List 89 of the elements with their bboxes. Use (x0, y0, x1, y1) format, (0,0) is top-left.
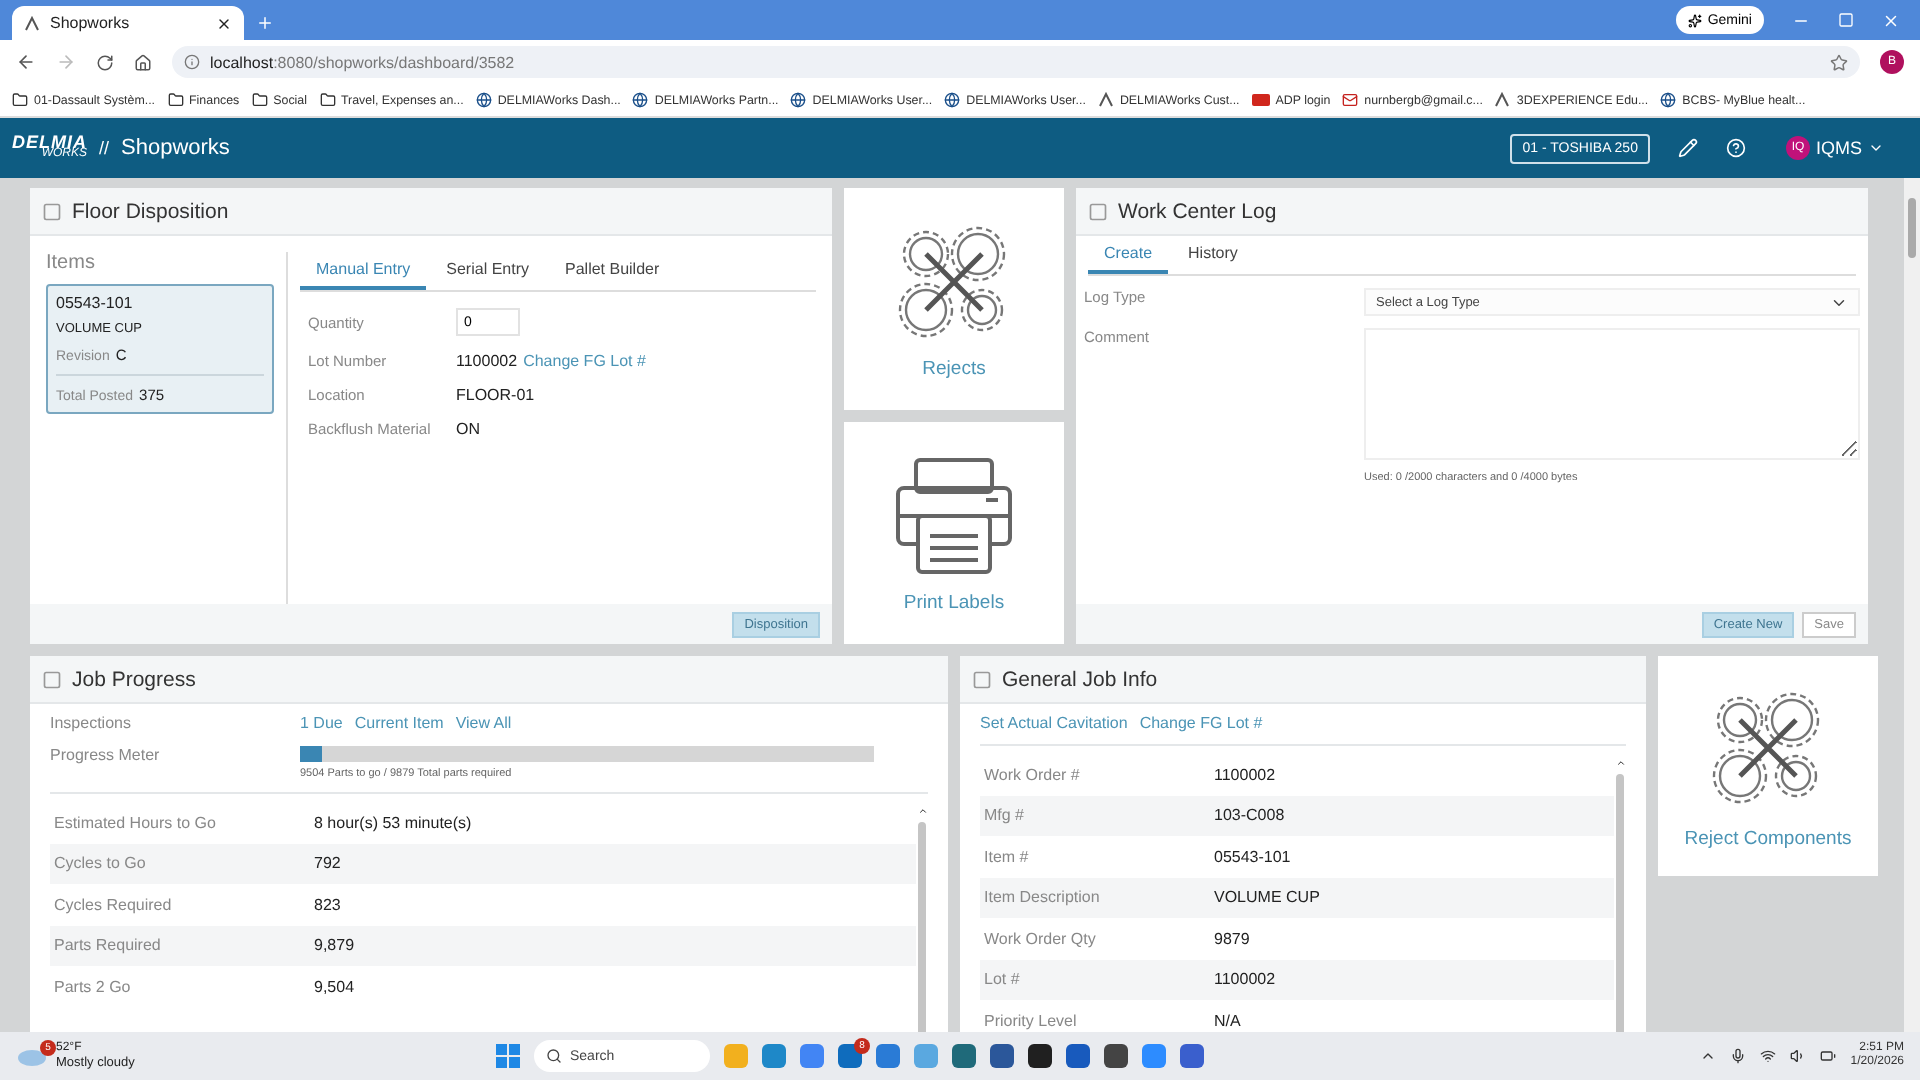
logo-icon (24, 15, 40, 31)
scroll-up-icon[interactable] (1615, 758, 1625, 768)
globe-icon (632, 92, 649, 108)
field-value: FLOOR-01 (456, 386, 537, 404)
home-icon[interactable] (134, 53, 152, 71)
row-value: 8 hour(s) 53 minute(s) (314, 813, 474, 832)
items-label: Items (46, 252, 97, 274)
sparkle-icon (1687, 13, 1702, 27)
row-label: Lot # (984, 970, 1022, 989)
comment-field[interactable] (1364, 328, 1860, 460)
row-value: 792 (314, 854, 343, 873)
folder-icon (12, 92, 28, 108)
folder-icon (319, 92, 335, 108)
logo-icon (1251, 94, 1270, 106)
tab[interactable]: Manual Entry (300, 252, 427, 290)
row-value: 9,879 (314, 936, 357, 955)
panel-title: Work Center Log (1118, 199, 1277, 223)
microphone-icon[interactable] (1730, 1048, 1747, 1064)
star-icon[interactable] (1830, 53, 1848, 71)
app-icon[interactable] (990, 1044, 1014, 1068)
info-icon[interactable] (184, 54, 200, 70)
user-name: IQMS (1815, 138, 1862, 158)
row-value: 05543-101 (1214, 847, 1293, 866)
inspection-link[interactable]: View All (455, 714, 512, 732)
tab[interactable]: Serial Entry (430, 252, 545, 290)
row-value: VOLUME CUP (1214, 888, 1322, 907)
wifi-icon[interactable] (1760, 1048, 1777, 1064)
row-label: Item # (984, 847, 1031, 866)
app-icon[interactable] (1104, 1044, 1128, 1068)
separator: // (99, 138, 110, 158)
close-icon[interactable] (216, 15, 232, 31)
url-text: localhost:8080/shopworks/dashboard/3582 (210, 53, 515, 71)
reload-icon[interactable] (96, 53, 114, 71)
globe-icon (1660, 92, 1677, 108)
tab[interactable]: Create (1088, 236, 1169, 274)
mail-icon (1342, 92, 1359, 108)
item-number: 05543-101 (56, 294, 135, 312)
row-label: Item Description (984, 888, 1102, 907)
start-icon[interactable] (496, 1044, 520, 1068)
field-value: 1100002 (456, 352, 518, 370)
volume-icon[interactable] (1790, 1048, 1807, 1064)
row-value: 9879 (1214, 929, 1252, 948)
back-icon[interactable] (16, 52, 36, 72)
search-icon (546, 1048, 562, 1064)
row-value: 1100002 (1214, 765, 1278, 784)
row-value: 823 (314, 895, 343, 914)
scroll-up-icon[interactable] (917, 806, 927, 816)
battery-icon[interactable] (1820, 1048, 1837, 1064)
folder-icon (167, 92, 184, 108)
app-icon[interactable] (1028, 1044, 1052, 1068)
job-link[interactable]: Change FG Lot # (1139, 714, 1263, 732)
tray-icon[interactable] (1700, 1048, 1717, 1064)
globe-icon (475, 92, 492, 108)
row-label: Parts 2 Go (54, 977, 133, 996)
logo-icon (1494, 92, 1511, 108)
tab[interactable]: Pallet Builder (549, 252, 676, 290)
new-tab-icon[interactable] (256, 14, 274, 32)
row-value: 103-C008 (1214, 806, 1287, 825)
page-scrollbar[interactable] (1904, 178, 1920, 1032)
row-label: Parts Required (54, 936, 163, 955)
browser-tab[interactable]: Shopworks (12, 6, 244, 40)
globe-icon (944, 92, 961, 108)
caret-icon (1868, 140, 1884, 156)
row-label: Work Order Qty (984, 929, 1098, 948)
row-label: Work Order # (984, 765, 1082, 784)
row-value: N/A (1214, 1011, 1243, 1030)
row-value: 1100002 (1214, 970, 1278, 989)
globe-icon (790, 92, 807, 108)
row-value: 9,504 (314, 977, 357, 996)
inspections-label: Inspections (50, 714, 133, 732)
row-label: Mfg # (984, 806, 1027, 825)
restore-icon[interactable] (1838, 12, 1854, 28)
panel-title: Floor Disposition (72, 199, 229, 223)
tab[interactable]: History (1172, 236, 1254, 274)
row-label: Cycles Required (54, 895, 174, 914)
row-label: Priority Level (984, 1011, 1079, 1030)
row-label: Cycles to Go (54, 854, 148, 873)
printer-icon (890, 452, 1018, 580)
address-bar[interactable]: localhost:8080/shopworks/dashboard/3582 (172, 46, 1860, 78)
row-label: Estimated Hours to Go (54, 813, 218, 832)
panel-title: Job Progress (72, 667, 196, 691)
folder-icon (251, 92, 268, 108)
pencil-icon[interactable] (1677, 138, 1698, 158)
help-icon[interactable] (1725, 138, 1746, 158)
logo-icon (1097, 92, 1114, 108)
field-value: ON (456, 420, 482, 438)
progress-label: Progress Meter (50, 746, 162, 764)
panel-title: General Job Info (1002, 667, 1158, 691)
app-title: Shopworks (121, 136, 230, 160)
